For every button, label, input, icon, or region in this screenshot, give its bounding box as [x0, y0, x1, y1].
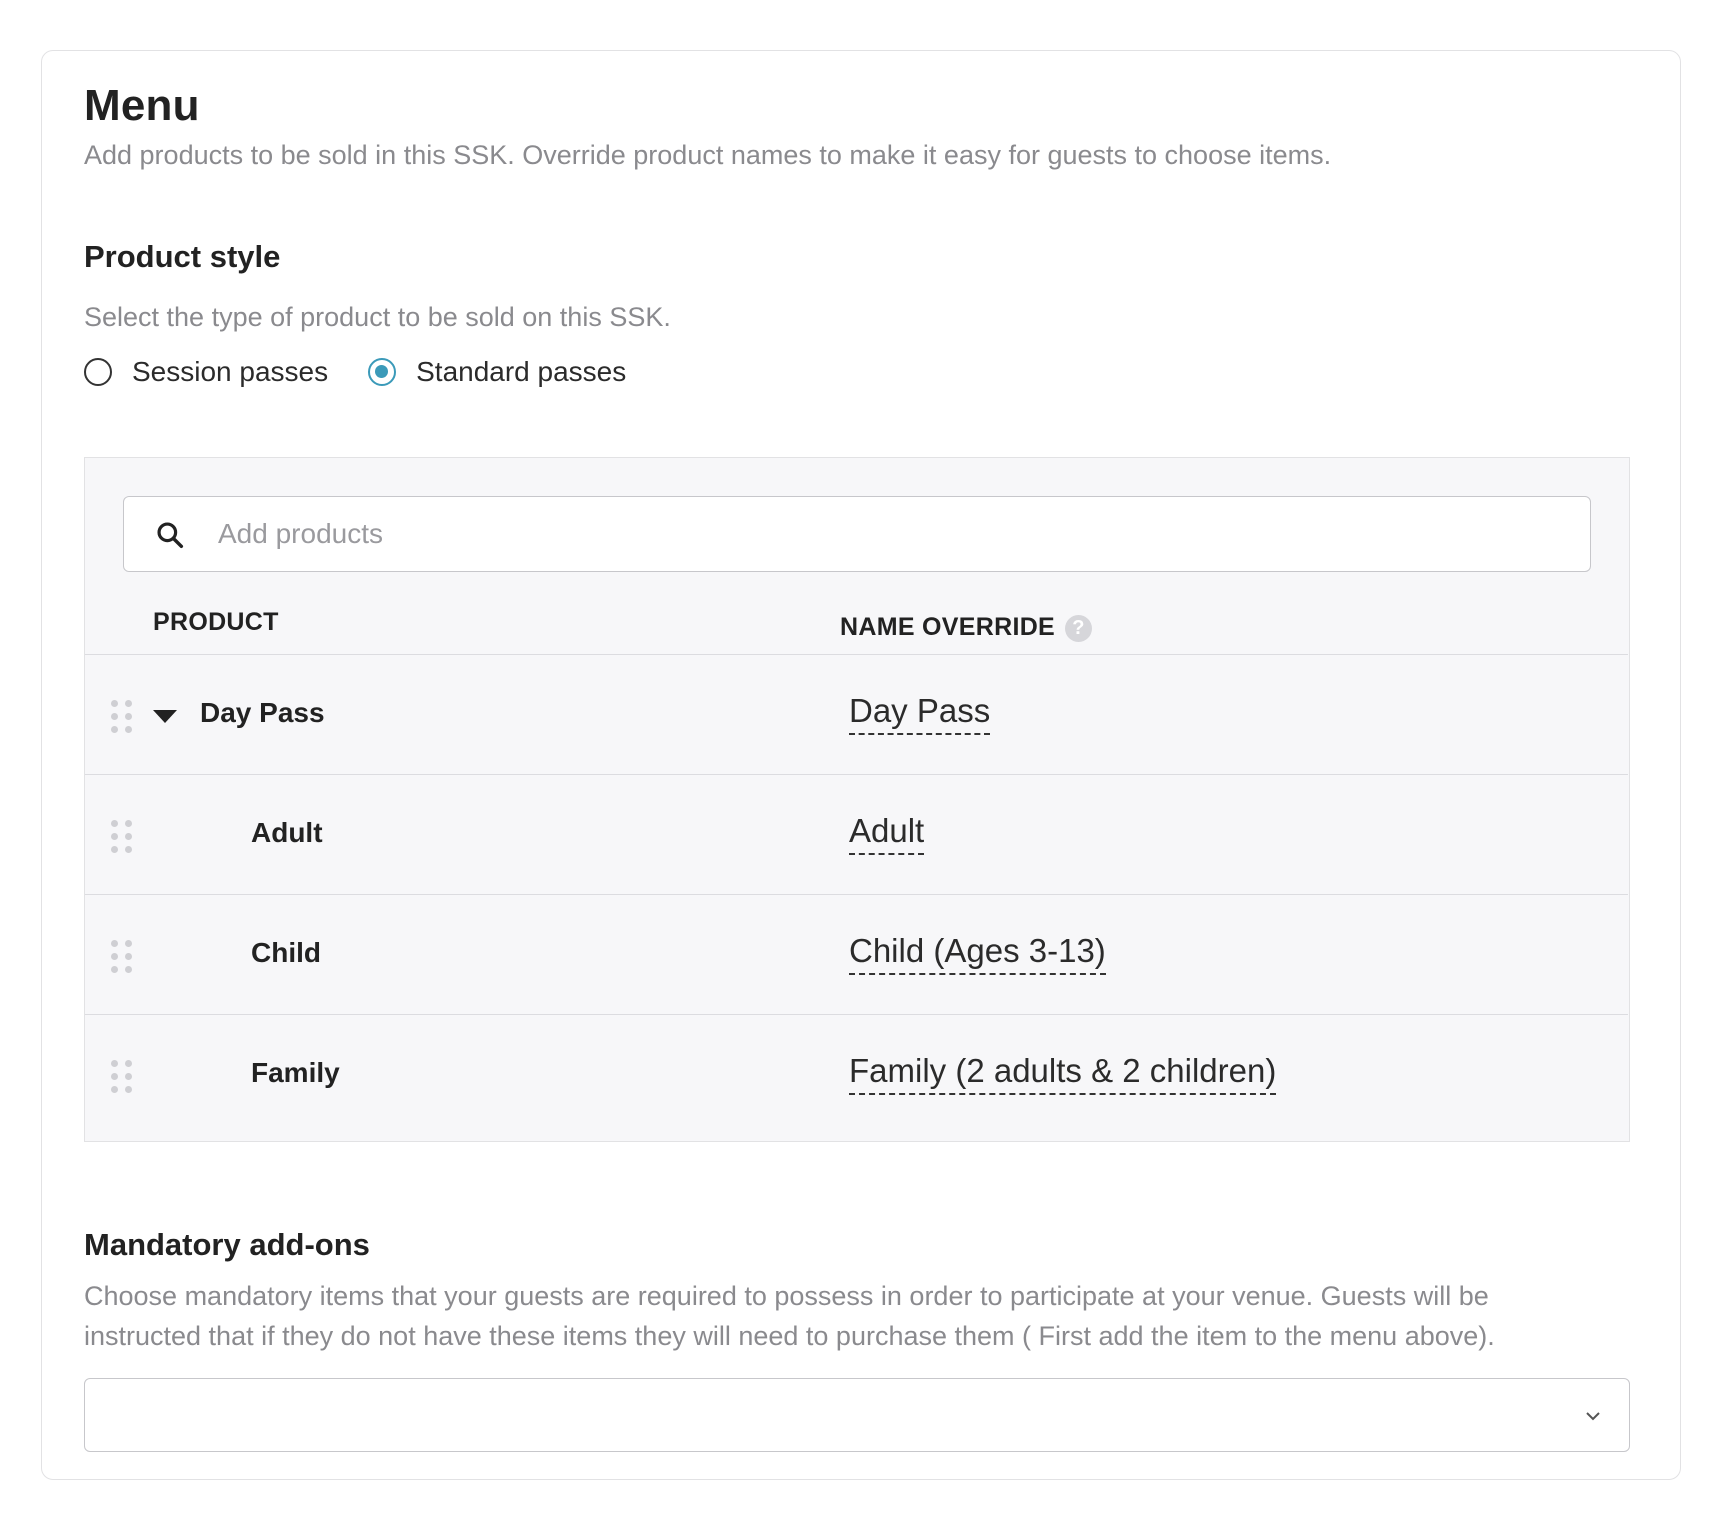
- product-name: Adult: [251, 817, 323, 848]
- column-header-name-override: NAME OVERRIDE?: [840, 613, 1093, 642]
- product-style-title: Product style: [84, 239, 281, 274]
- name-override-field[interactable]: Child (Ages 3-13): [849, 931, 1106, 975]
- chevron-down-icon[interactable]: [153, 710, 177, 723]
- radio-label: Session passes: [132, 356, 329, 387]
- table-row: Child Child (Ages 3-13): [85, 894, 1628, 1014]
- name-override-field[interactable]: Adult: [849, 811, 925, 855]
- table-row: Family Family (2 adults & 2 children): [85, 1014, 1628, 1134]
- drag-handle-icon[interactable]: [111, 820, 132, 854]
- drag-handle-icon[interactable]: [111, 700, 132, 734]
- page-title: Menu: [84, 81, 200, 130]
- column-header-product: PRODUCT: [153, 608, 279, 636]
- menu-card: Menu Add products to be sold in this SSK…: [41, 50, 1681, 1480]
- search-icon: [157, 522, 184, 549]
- product-name: Family: [251, 1057, 340, 1088]
- help-icon[interactable]: ?: [1065, 615, 1093, 642]
- product-style-radio-group: Session passes Standard passes: [84, 356, 626, 388]
- product-name: Child: [251, 937, 321, 968]
- table-row: Day Pass Day Pass: [85, 654, 1628, 774]
- table-row: Adult Adult: [85, 774, 1628, 894]
- mandatory-addons-title: Mandatory add-ons: [84, 1227, 370, 1262]
- radio-label: Standard passes: [416, 356, 627, 387]
- name-override-field[interactable]: Family (2 adults & 2 children): [849, 1051, 1277, 1095]
- radio-unchecked-icon[interactable]: [84, 358, 112, 386]
- name-override-field[interactable]: Day Pass: [849, 691, 991, 735]
- radio-checked-icon[interactable]: [368, 358, 397, 386]
- page-subtitle: Add products to be sold in this SSK. Ove…: [84, 140, 1332, 170]
- products-panel: PRODUCT NAME OVERRIDE? Day Pass Day Pass…: [84, 457, 1630, 1142]
- mandatory-addons-subtitle-line1: Choose mandatory items that your guests …: [84, 1281, 1489, 1311]
- add-products-search[interactable]: [123, 496, 1591, 572]
- mandatory-addons-select[interactable]: [84, 1378, 1630, 1452]
- drag-handle-icon[interactable]: [111, 940, 132, 974]
- product-name: Day Pass: [200, 697, 325, 728]
- radio-session-passes[interactable]: Session passes: [84, 356, 328, 388]
- column-header-label: NAME OVERRIDE: [840, 613, 1056, 641]
- product-style-subtitle: Select the type of product to be sold on…: [84, 302, 671, 332]
- drag-handle-icon[interactable]: [111, 1060, 132, 1094]
- mandatory-addons-subtitle-line2: instructed that if they do not have thes…: [84, 1321, 1495, 1351]
- chevron-down-icon: [1586, 1412, 1600, 1421]
- radio-standard-passes[interactable]: Standard passes: [368, 356, 626, 388]
- search-input[interactable]: [218, 497, 1558, 571]
